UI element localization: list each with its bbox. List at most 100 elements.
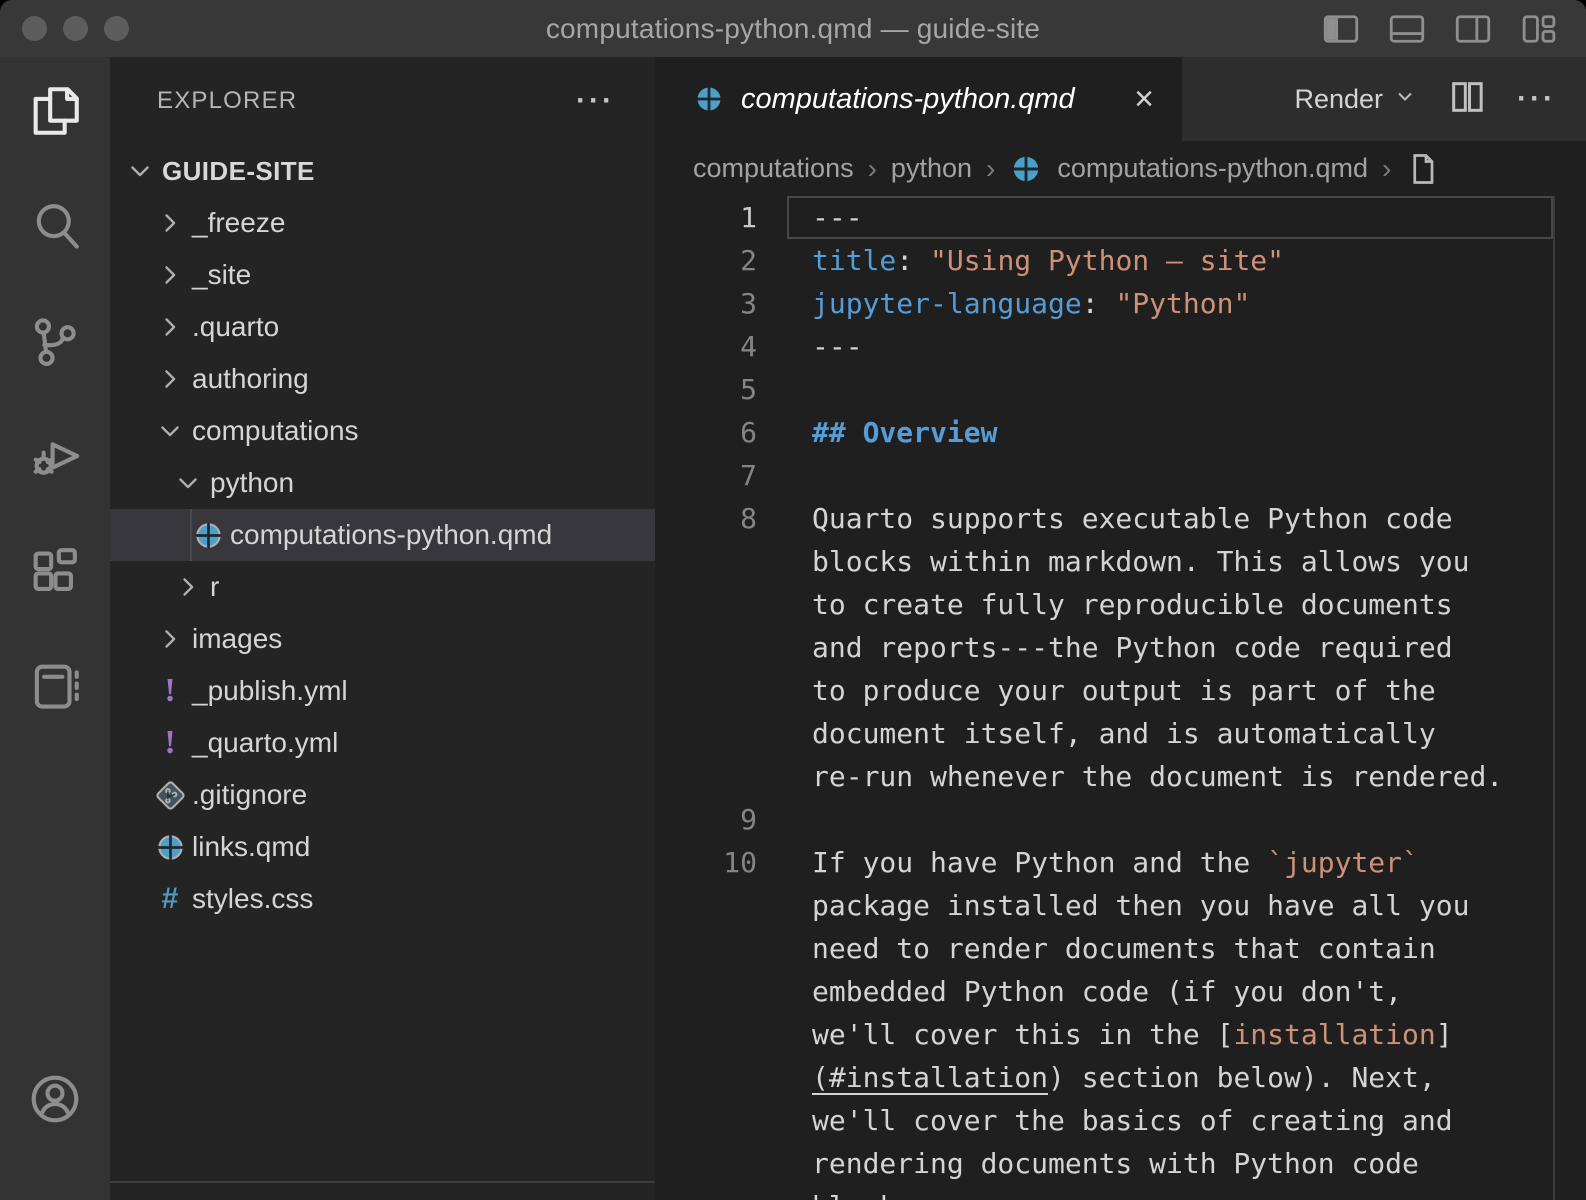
render-button[interactable]: Render <box>1294 84 1417 115</box>
code-line[interactable]: 6## Overview <box>655 411 1586 454</box>
activity-explorer[interactable] <box>26 82 84 140</box>
chevron-right-icon <box>152 257 188 293</box>
minimize-window-button[interactable] <box>63 16 88 41</box>
line-number: 7 <box>655 454 787 497</box>
tree-item-label: python <box>210 467 294 499</box>
debug-icon <box>26 427 84 485</box>
line-number <box>655 1099 787 1142</box>
code-line[interactable]: 7 <box>655 454 1586 497</box>
zoom-window-button[interactable] <box>104 16 129 41</box>
tree-item-computations[interactable]: computations <box>110 405 655 457</box>
code-text: Quarto supports executable Python code <box>787 497 1553 540</box>
customize-layout-icon[interactable] <box>1518 8 1560 50</box>
code-line[interactable]: we'll cover the basics of creating and <box>655 1099 1586 1142</box>
line-number: 4 <box>655 325 787 368</box>
toggle-panel-icon[interactable] <box>1386 8 1428 50</box>
tree-item-authoring[interactable]: authoring <box>110 353 655 405</box>
toggle-secondary-sidebar-icon[interactable] <box>1452 8 1494 50</box>
tree-item-guide-site[interactable]: GUIDE-SITE <box>110 145 655 197</box>
quarto-file-icon <box>693 83 725 115</box>
code-line[interactable]: 10If you have Python and the `jupyter` <box>655 841 1586 884</box>
code-text <box>787 454 1553 497</box>
tree-item-r[interactable]: r <box>110 561 655 613</box>
code-text <box>787 798 1553 841</box>
code-line[interactable]: package installed then you have all you <box>655 884 1586 927</box>
tree-item--publish-yml[interactable]: !_publish.yml <box>110 665 655 717</box>
line-number <box>655 540 787 583</box>
code-line[interactable]: 1--- <box>655 196 1586 239</box>
code-text: to create fully reproducible documents <box>787 583 1553 626</box>
activity-notebook[interactable] <box>26 657 84 715</box>
activity-run-debug[interactable] <box>26 427 84 485</box>
code-line[interactable]: 8Quarto supports executable Python code <box>655 497 1586 540</box>
code-line[interactable]: 2title: "Using Python — site" <box>655 239 1586 282</box>
code-line[interactable]: 9 <box>655 798 1586 841</box>
breadcrumb-separator: › <box>986 153 995 185</box>
layout-controls <box>1320 8 1560 50</box>
code-line[interactable]: 5 <box>655 368 1586 411</box>
chevron-down-icon <box>170 465 206 501</box>
code-line[interactable]: we'll cover this in the [installation] <box>655 1013 1586 1056</box>
split-editor-button[interactable] <box>1447 77 1487 122</box>
line-number <box>655 755 787 798</box>
tree-item-links-qmd[interactable]: links.qmd <box>110 821 655 873</box>
code-line[interactable]: and reports---the Python code required <box>655 626 1586 669</box>
breadcrumb-item-computations-python-qmd[interactable]: computations-python.qmd <box>1057 153 1368 184</box>
search-icon <box>26 197 84 255</box>
code-line[interactable]: to create fully reproducible documents <box>655 583 1586 626</box>
code-text: --- <box>787 196 1553 239</box>
activity-bar <box>0 57 110 1200</box>
chevron-right-icon <box>152 205 188 241</box>
code-editor[interactable]: 1---2title: "Using Python — site"3jupyte… <box>655 196 1586 1200</box>
tree-item-label: _quarto.yml <box>192 727 338 759</box>
tree-item-computations-python-qmd[interactable]: computations-python.qmd <box>110 509 655 561</box>
notebook-icon <box>26 657 84 715</box>
close-window-button[interactable] <box>22 16 47 41</box>
code-text: jupyter-language: "Python" <box>787 282 1553 325</box>
tree-item--quarto[interactable]: .quarto <box>110 301 655 353</box>
code-line[interactable]: blocks. <box>655 1185 1586 1200</box>
toggle-primary-sidebar-icon[interactable] <box>1320 8 1362 50</box>
activity-extensions[interactable] <box>26 542 84 600</box>
code-text: (#installation) section below). Next, <box>787 1056 1553 1099</box>
editor-more-actions-button[interactable]: ··· <box>1517 84 1556 114</box>
code-line[interactable]: 3jupyter-language: "Python" <box>655 282 1586 325</box>
tree-item-images[interactable]: images <box>110 613 655 665</box>
explorer-more-actions-button[interactable]: ··· <box>576 86 615 116</box>
tree-item-label: authoring <box>192 363 309 395</box>
files-icon <box>26 82 84 140</box>
code-line[interactable]: re-run whenever the document is rendered… <box>655 755 1586 798</box>
workbench: EXPLORER ··· GUIDE-SITE_freeze_site.quar… <box>0 57 1586 1200</box>
chevron-down-icon <box>152 413 188 449</box>
account-button[interactable] <box>26 1070 84 1128</box>
tree-item--quarto-yml[interactable]: !_quarto.yml <box>110 717 655 769</box>
code-line[interactable]: (#installation) section below). Next, <box>655 1056 1586 1099</box>
render-button-label: Render <box>1294 84 1383 115</box>
code-line[interactable]: rendering documents with Python code <box>655 1142 1586 1185</box>
chevron-down-icon <box>122 153 158 189</box>
tree-item-styles-css[interactable]: #styles.css <box>110 873 655 925</box>
tree-item-label: r <box>210 571 219 603</box>
breadcrumb-item-python[interactable]: python <box>891 153 972 184</box>
tab-close-icon[interactable]: × <box>1130 82 1158 116</box>
code-line[interactable]: document itself, and is automatically <box>655 712 1586 755</box>
activity-source-control[interactable] <box>26 312 84 370</box>
breadcrumb: computations›python›computations-python.… <box>655 141 1586 196</box>
tab-computations-python-qmd[interactable]: computations-python.qmd × <box>655 57 1182 141</box>
tree-item-python[interactable]: python <box>110 457 655 509</box>
tree-item--freeze[interactable]: _freeze <box>110 197 655 249</box>
activity-search[interactable] <box>26 197 84 255</box>
code-text <box>787 368 1553 411</box>
code-line[interactable]: need to render documents that contain <box>655 927 1586 970</box>
editor-group: computations-python.qmd × Render ··· com… <box>655 57 1586 1200</box>
code-line[interactable]: blocks within markdown. This allows you <box>655 540 1586 583</box>
tree-item--gitignore[interactable]: .gitignore <box>110 769 655 821</box>
breadcrumb-item-computations[interactable]: computations <box>693 153 854 184</box>
code-line[interactable]: embedded Python code (if you don't, <box>655 970 1586 1013</box>
line-number <box>655 1185 787 1200</box>
code-line[interactable]: to produce your output is part of the <box>655 669 1586 712</box>
outline-section-header[interactable]: OUTLINE <box>110 1185 655 1200</box>
tree-item-label: links.qmd <box>192 831 310 863</box>
tree-item--site[interactable]: _site <box>110 249 655 301</box>
code-line[interactable]: 4--- <box>655 325 1586 368</box>
